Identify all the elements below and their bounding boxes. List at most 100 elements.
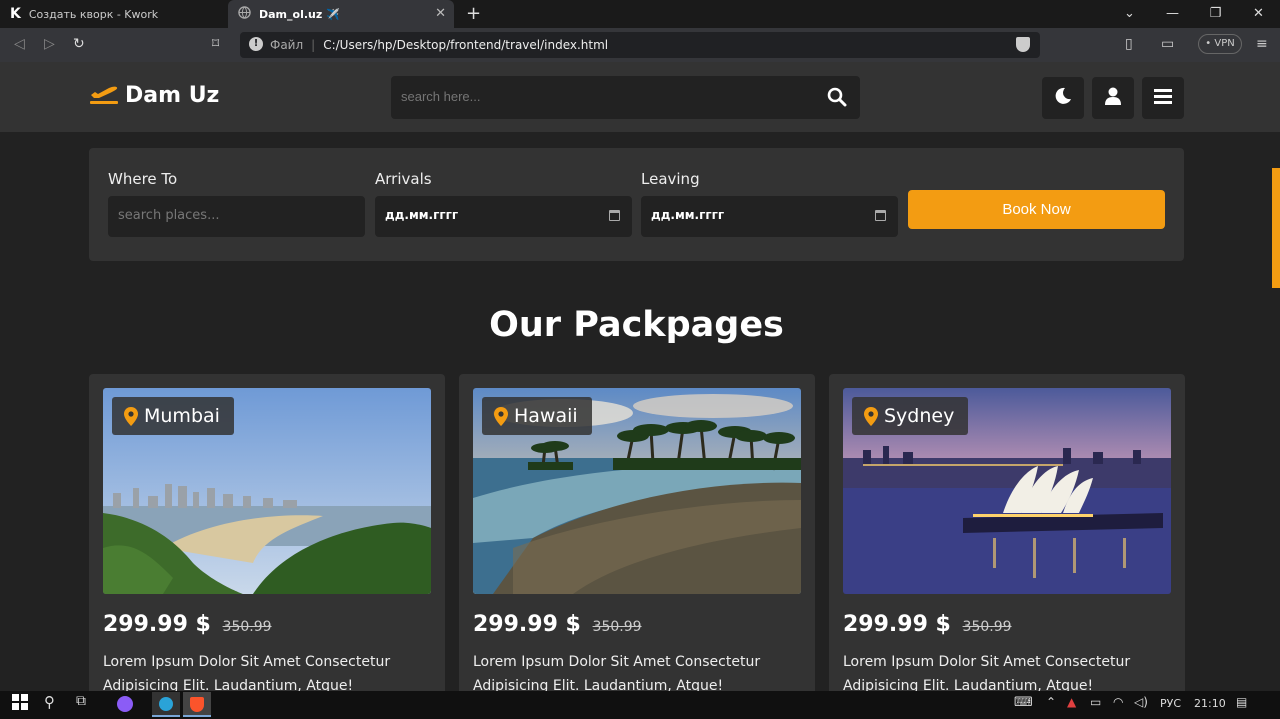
price: 299.99 $ 350.99 xyxy=(473,612,642,637)
login-button[interactable] xyxy=(1092,77,1134,119)
book-now-button[interactable]: Book Now xyxy=(908,190,1165,229)
windows-start-icon[interactable] xyxy=(12,694,28,713)
price: 299.99 $ 350.99 xyxy=(103,612,272,637)
chevron-up-icon[interactable]: ⌃ xyxy=(1046,695,1056,709)
package-description: Lorem Ipsum Dolor Sit Amet Consectetur A… xyxy=(843,654,1131,691)
tab-kwork[interactable]: K Создать кворк - Kwork xyxy=(0,0,226,28)
place-name: Sydney xyxy=(884,405,955,427)
task-view-icon[interactable]: ⧉ xyxy=(76,693,86,709)
booking-form: Where To search places... Arrivals дд.мм… xyxy=(89,148,1184,261)
old-price: 350.99 xyxy=(222,619,272,635)
address-separator: | xyxy=(311,38,316,52)
notification-icon[interactable]: ▤ xyxy=(1236,695,1247,709)
telegram-taskbar-button[interactable] xyxy=(152,692,180,717)
map-pin-icon xyxy=(864,406,878,426)
tab-damol[interactable]: Dam_ol.uz ✈️ ✕ xyxy=(228,0,454,28)
location-tag: Sydney xyxy=(852,397,969,435)
package-card[interactable]: Hawaii 299.99 $ 350.99 Lorem Ipsum Dolor… xyxy=(459,374,815,691)
brave-icon xyxy=(190,697,204,712)
new-tab-button[interactable]: + xyxy=(466,3,481,24)
current-price: 299.99 $ xyxy=(843,612,951,637)
current-price: 299.99 $ xyxy=(103,612,211,637)
menu-icon[interactable]: ≡ xyxy=(1256,36,1268,52)
language-indicator[interactable]: РУС xyxy=(1160,697,1181,710)
search-icon[interactable]: ⚲ xyxy=(44,693,55,711)
back-icon[interactable]: ◁ xyxy=(14,36,25,52)
heading-highlight: Packpages xyxy=(573,305,784,345)
battery-icon[interactable]: ▭ xyxy=(1090,695,1101,709)
scheme-label: Файл xyxy=(270,38,304,52)
site-search-input[interactable] xyxy=(401,89,781,104)
leaving-field: Leaving дд.мм.гггг xyxy=(641,170,898,237)
where-input[interactable]: search places... xyxy=(108,196,365,237)
globe-icon xyxy=(238,6,251,22)
leaving-date-input[interactable]: дд.мм.гггг xyxy=(641,196,898,237)
current-price: 299.99 $ xyxy=(473,612,581,637)
leaving-label: Leaving xyxy=(641,170,700,188)
sidebar-icon[interactable]: ▯ xyxy=(1125,36,1133,52)
close-tab-icon[interactable]: ✕ xyxy=(435,6,446,21)
user-icon xyxy=(1104,87,1122,109)
price: 299.99 $ 350.99 xyxy=(843,612,1012,637)
map-pin-icon xyxy=(494,406,508,426)
site-header: Dam Uz xyxy=(0,62,1280,132)
where-field: Where To search places... xyxy=(108,170,365,237)
menu-button[interactable] xyxy=(1142,77,1184,119)
keyboard-icon[interactable]: ⌨ xyxy=(1014,695,1033,710)
clock[interactable]: 21:10 xyxy=(1194,697,1226,710)
tab-title: Создать кворк - Kwork xyxy=(28,7,159,21)
calendar-icon[interactable] xyxy=(875,210,886,221)
mumbai-photo: Mumbai xyxy=(103,388,431,594)
warning-icon[interactable]: ▲ xyxy=(1067,695,1076,709)
old-price: 350.99 xyxy=(962,619,1012,635)
window-controls: ⌄ — ❐ ✕ xyxy=(1108,0,1280,28)
kwork-icon: K xyxy=(10,6,21,22)
bookmark-icon[interactable]: ⌑ xyxy=(212,36,219,52)
brave-taskbar-button[interactable] xyxy=(183,692,211,717)
scrollbar-thumb[interactable] xyxy=(1272,168,1280,288)
sydney-photo: Sydney xyxy=(843,388,1171,594)
heading-word: Our xyxy=(489,305,562,345)
tab-title: Dam_ol.uz ✈️ xyxy=(259,7,340,21)
alice-icon[interactable] xyxy=(117,696,133,712)
address-bar[interactable]: ! Файл | C:/Users/hp/Desktop/frontend/tr… xyxy=(240,32,1040,58)
site-search-box xyxy=(391,76,860,119)
brave-shield-icon[interactable] xyxy=(1016,37,1030,52)
minimize-icon[interactable]: — xyxy=(1151,0,1194,28)
hamburger-icon xyxy=(1154,88,1172,108)
forward-icon[interactable]: ▷ xyxy=(44,36,55,52)
arrivals-date-text: дд.мм.гггг xyxy=(385,208,459,222)
site-logo[interactable]: Dam Uz xyxy=(89,82,219,108)
arrivals-label: Arrivals xyxy=(375,170,432,188)
calendar-icon[interactable] xyxy=(609,210,620,221)
reload-icon[interactable]: ↻ xyxy=(73,36,85,52)
arrivals-field: Arrivals дд.мм.гггг xyxy=(375,170,632,237)
wifi-icon[interactable]: ◠ xyxy=(1113,695,1123,709)
search-icon[interactable] xyxy=(827,87,847,111)
dark-mode-button[interactable] xyxy=(1042,77,1084,119)
info-icon[interactable]: ! xyxy=(249,37,263,51)
tab-list-icon[interactable]: ⌄ xyxy=(1108,0,1151,28)
where-label: Where To xyxy=(108,170,178,188)
location-tag: Hawaii xyxy=(482,397,592,435)
volume-icon[interactable]: ◁) xyxy=(1134,695,1148,709)
browser-tab-bar: K Создать кворк - Kwork Dam_ol.uz ✈️ ✕ +… xyxy=(0,0,1280,28)
leaving-date-text: дд.мм.гггг xyxy=(651,208,725,222)
restore-icon[interactable]: ❐ xyxy=(1194,0,1237,28)
section-heading: Our Packpages xyxy=(0,305,1273,345)
location-tag: Mumbai xyxy=(112,397,234,435)
plane-icon xyxy=(89,82,119,108)
moon-icon xyxy=(1054,87,1072,109)
map-pin-icon xyxy=(124,406,138,426)
vpn-button[interactable]: • VPN xyxy=(1198,34,1242,54)
arrivals-date-input[interactable]: дд.мм.гггг xyxy=(375,196,632,237)
package-card[interactable]: Mumbai 299.99 $ 350.99 Lorem Ipsum Dolor… xyxy=(89,374,445,691)
url-text[interactable]: C:/Users/hp/Desktop/frontend/travel/inde… xyxy=(323,38,608,52)
old-price: 350.99 xyxy=(592,619,642,635)
close-window-icon[interactable]: ✕ xyxy=(1237,0,1280,28)
telegram-icon xyxy=(159,697,173,711)
logo-text: Dam Uz xyxy=(125,82,220,108)
package-card[interactable]: Sydney 299.99 $ 350.99 Lorem Ipsum Dolor… xyxy=(829,374,1185,691)
browser-toolbar: ◁ ▷ ↻ ⌑ ! Файл | C:/Users/hp/Desktop/fro… xyxy=(0,28,1280,62)
wallet-icon[interactable]: ▭ xyxy=(1161,36,1174,52)
